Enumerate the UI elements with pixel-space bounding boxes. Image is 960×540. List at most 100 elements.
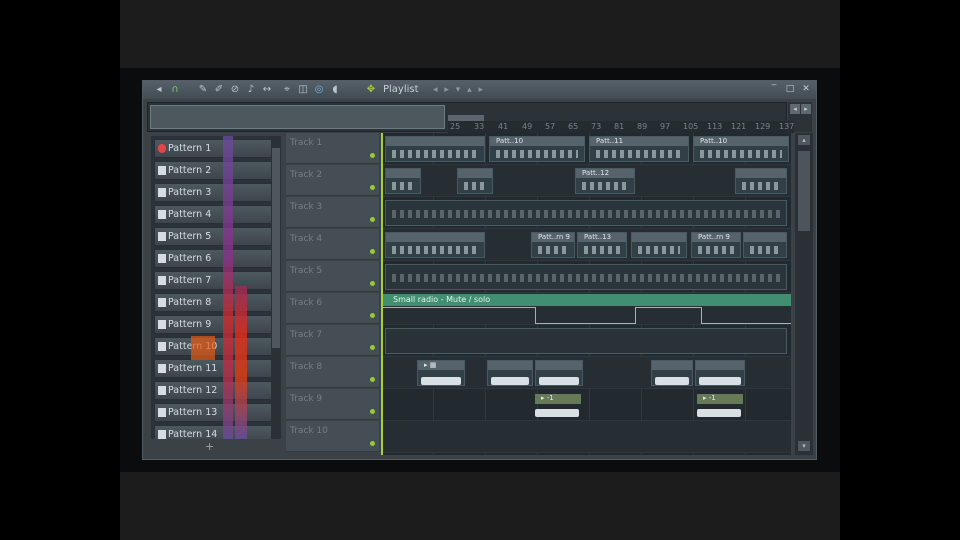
pattern-clip[interactable]: Patt..10 xyxy=(693,136,789,162)
track-header[interactable]: Track 6 xyxy=(286,293,379,324)
pattern-item[interactable]: Pattern 9 xyxy=(154,315,274,334)
track-header[interactable]: Track 1 xyxy=(286,133,379,164)
slice-icon[interactable]: ⊘ xyxy=(229,83,241,96)
automation-curve xyxy=(635,307,636,324)
pattern-item[interactable]: Pattern 7 xyxy=(154,271,274,290)
maximize-icon[interactable]: □ xyxy=(785,84,795,95)
track-active-icon[interactable] xyxy=(370,409,375,414)
track-active-icon[interactable] xyxy=(370,441,375,446)
pattern-clip[interactable] xyxy=(385,264,787,290)
pattern-clip[interactable]: Patt..rn 9 xyxy=(531,232,575,258)
pattern-clip[interactable] xyxy=(457,168,493,194)
track-active-icon[interactable] xyxy=(370,313,375,318)
overview-selection[interactable] xyxy=(150,105,445,129)
scroll-down-icon[interactable]: ▾ xyxy=(798,441,810,451)
track-lane[interactable]: Patt..12 xyxy=(381,165,791,197)
playback-icon[interactable]: ◎ xyxy=(313,83,325,96)
track-active-icon[interactable] xyxy=(370,153,375,158)
pattern-item[interactable]: Pattern 1 xyxy=(154,139,274,158)
playlist-titlebar[interactable]: ◂ ∩ ✎ ✐ ⊘ ♪ ↔ ⌖ ◫ ◎ ◖ ✥ Playlist ◂ ▸ ▾ ▴… xyxy=(143,81,816,99)
track-lane[interactable] xyxy=(381,325,791,357)
pattern-clip[interactable]: Patt..12 xyxy=(575,168,635,194)
pattern-item[interactable]: Pattern 14 xyxy=(154,425,274,439)
pattern-clip[interactable]: Patt..rn 9 xyxy=(691,232,741,258)
pattern-scrollbar[interactable] xyxy=(271,136,281,439)
pattern-clip[interactable] xyxy=(735,168,787,194)
track-header[interactable]: Track 2 xyxy=(286,165,379,196)
track-active-icon[interactable] xyxy=(370,185,375,190)
track-lane[interactable] xyxy=(381,421,791,453)
bar-number: 89 xyxy=(637,122,648,131)
pattern-clip[interactable]: Patt..13 xyxy=(577,232,627,258)
audio-clip[interactable]: ▸ -1 xyxy=(697,394,743,404)
mute-icon[interactable]: ♪ xyxy=(245,83,257,96)
vertical-scrollbar[interactable]: ▴ ▾ xyxy=(795,133,813,455)
title-nav-arrows[interactable]: ◂ ▸ ▾ ▴ ▸ xyxy=(433,83,485,97)
clip-label: Patt..rn 9 xyxy=(698,233,731,241)
select-icon[interactable]: ⌖ xyxy=(281,83,293,96)
draw-icon[interactable]: ✐ xyxy=(213,83,225,96)
scroll-right-icon[interactable]: ▸ xyxy=(801,104,811,114)
track-active-icon[interactable] xyxy=(370,281,375,286)
track-lane[interactable]: Patt..rn 9 Patt..13 Patt..rn 9 xyxy=(381,229,791,261)
scroll-icon[interactable]: ↔ xyxy=(261,83,273,96)
track-header[interactable]: Track 5 xyxy=(286,261,379,292)
pattern-item[interactable]: Pattern 13 xyxy=(154,403,274,422)
pattern-item[interactable]: Pattern 5 xyxy=(154,227,274,246)
close-icon[interactable]: ✕ xyxy=(801,84,811,95)
pattern-clip[interactable] xyxy=(385,232,485,258)
pattern-clip[interactable] xyxy=(385,200,787,226)
pattern-item[interactable]: Pattern 11 xyxy=(154,359,274,378)
add-pattern-button[interactable]: + xyxy=(205,441,214,453)
audio-clip[interactable]: ▸ -1 xyxy=(535,394,581,404)
pattern-label: Pattern 2 xyxy=(168,165,212,176)
track-lane[interactable]: ▸ ▦ xyxy=(381,357,791,389)
loop-icon[interactable]: ∩ xyxy=(169,83,181,96)
automation-clip[interactable]: Small radio - Mute / solo xyxy=(381,294,791,306)
playlist-grid[interactable]: Patt..10 Patt..11 Patt..10 Patt..12 Patt… xyxy=(381,133,791,455)
arrow-left-icon[interactable]: ◂ xyxy=(153,83,165,96)
vertical-scroll-thumb[interactable] xyxy=(798,151,810,231)
playhead-marker[interactable] xyxy=(381,133,383,455)
pattern-clip[interactable]: Patt..11 xyxy=(589,136,689,162)
track-header[interactable]: Track 8 xyxy=(286,357,379,388)
pattern-clip[interactable]: Patt..10 xyxy=(489,136,585,162)
track-lane[interactable] xyxy=(381,261,791,293)
track-lane[interactable]: Small radio - Mute / solo xyxy=(381,293,791,325)
track-active-icon[interactable] xyxy=(370,345,375,350)
scroll-left-icon[interactable]: ◂ xyxy=(790,104,800,114)
pattern-item[interactable]: Pattern 3 xyxy=(154,183,274,202)
track-header[interactable]: Track 7 xyxy=(286,325,379,356)
track-lane[interactable] xyxy=(381,197,791,229)
track-lane[interactable]: ▸ -1 ▸ -1 xyxy=(381,389,791,421)
pattern-clip[interactable] xyxy=(631,232,687,258)
track-active-icon[interactable] xyxy=(370,249,375,254)
pattern-clip[interactable] xyxy=(385,168,421,194)
pattern-item[interactable]: Pattern 12 xyxy=(154,381,274,400)
bar-number: 137 xyxy=(779,122,795,131)
track-header[interactable]: Track 3 xyxy=(286,197,379,228)
pattern-item[interactable]: Pattern 6 xyxy=(154,249,274,268)
bar-ruler[interactable]: 25 33 41 49 57 65 73 81 89 97 105 113 12… xyxy=(448,121,794,133)
track-lane[interactable]: Patt..10 Patt..11 Patt..10 xyxy=(381,133,791,165)
pattern-item[interactable]: Pattern 8 xyxy=(154,293,274,312)
pattern-clip[interactable] xyxy=(385,328,787,354)
pattern-icon xyxy=(158,188,166,197)
minimize-icon[interactable]: ‾ xyxy=(769,84,779,95)
pattern-item[interactable]: Pattern 4 xyxy=(154,205,274,224)
scroll-up-icon[interactable]: ▴ xyxy=(798,135,810,145)
pattern-clip[interactable] xyxy=(743,232,787,258)
automation-curve xyxy=(535,323,635,324)
speaker-icon[interactable]: ◖ xyxy=(329,83,341,96)
pattern-scroll-thumb[interactable] xyxy=(272,148,280,348)
track-header[interactable]: Track 9 xyxy=(286,389,379,420)
track-header[interactable]: Track 4 xyxy=(286,229,379,260)
track-active-icon[interactable] xyxy=(370,377,375,382)
pattern-label: Pattern 7 xyxy=(168,275,212,286)
zoom-icon[interactable]: ◫ xyxy=(297,83,309,96)
track-active-icon[interactable] xyxy=(370,217,375,222)
pattern-clip[interactable] xyxy=(385,136,485,162)
track-header[interactable]: Track 10 xyxy=(286,421,379,452)
paint-icon[interactable]: ✎ xyxy=(197,83,209,96)
pattern-item[interactable]: Pattern 2 xyxy=(154,161,274,180)
